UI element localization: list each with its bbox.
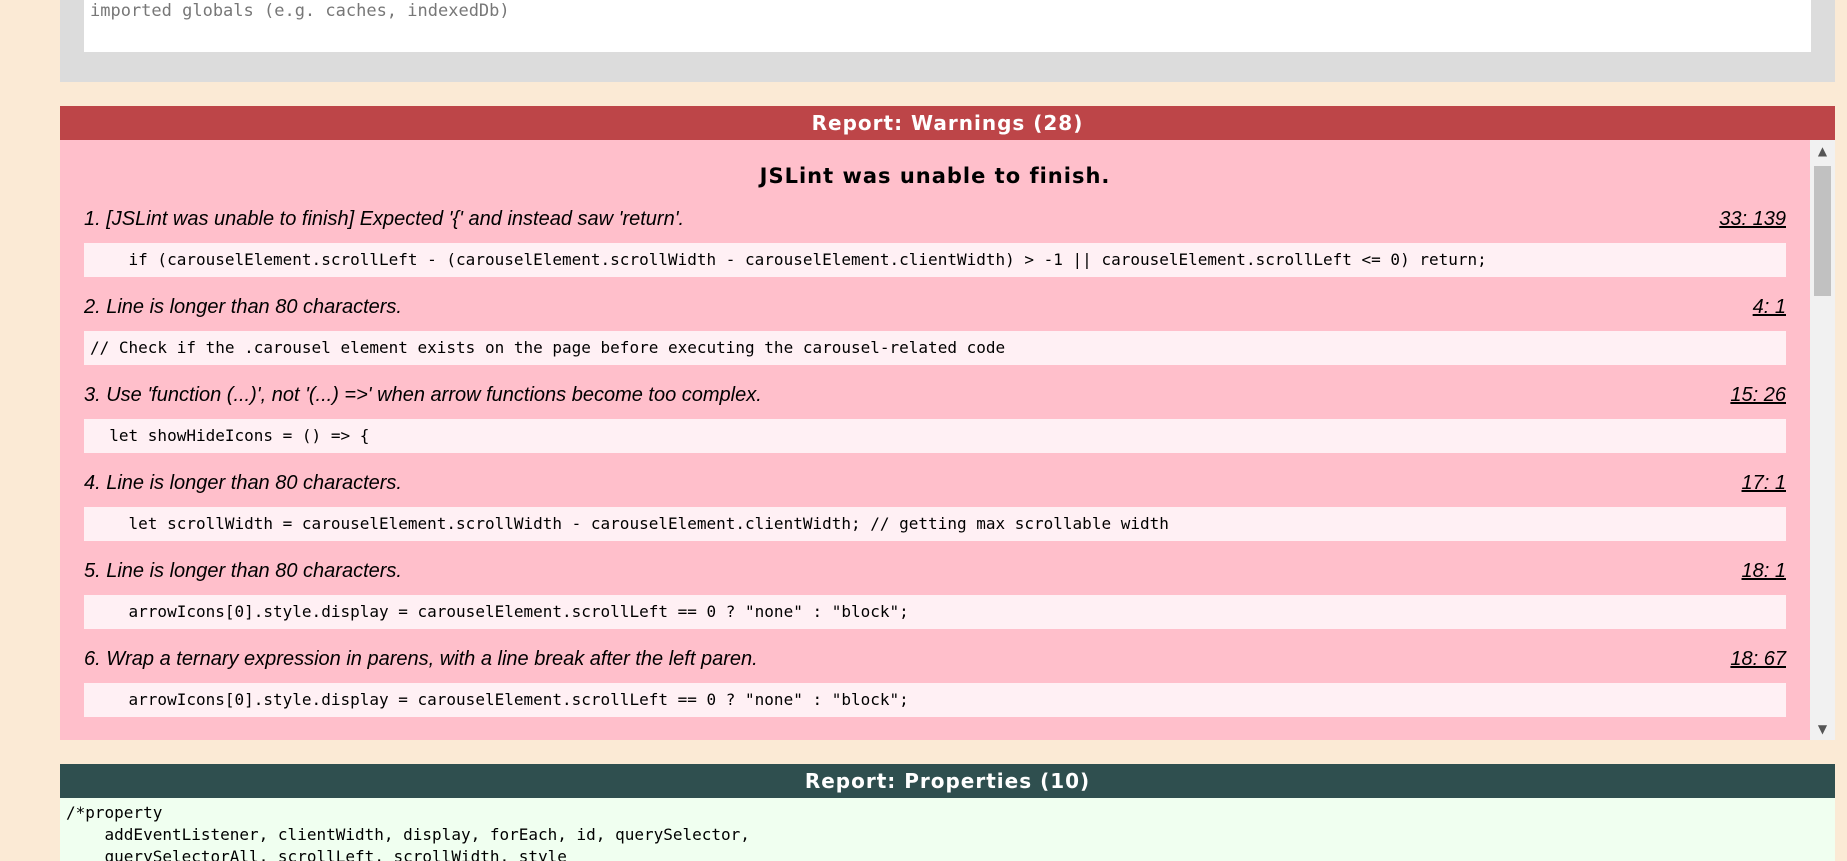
- warning-item: 4. Line is longer than 80 characters. 17…: [84, 472, 1786, 560]
- warning-location-link[interactable]: 4: 1: [1753, 296, 1786, 319]
- warning-code: arrowIcons[0].style.display = carouselEl…: [84, 683, 1786, 717]
- warning-message: 1. [JSLint was unable to finish] Expecte…: [84, 208, 685, 230]
- properties-report-body: /*property addEventListener, clientWidth…: [60, 798, 1835, 861]
- warnings-report-header: Report: Warnings (28): [60, 106, 1835, 140]
- warning-item: 5. Line is longer than 80 characters. 18…: [84, 560, 1786, 648]
- warnings-report-body[interactable]: JSLint was unable to finish. 1. [JSLint …: [60, 140, 1835, 740]
- warning-message: 6. Wrap a ternary expression in parens, …: [84, 648, 758, 670]
- warning-location-link[interactable]: 18: 1: [1742, 560, 1786, 583]
- warning-item: 2. Line is longer than 80 characters. 4:…: [84, 296, 1786, 384]
- properties-report-header: Report: Properties (10): [60, 764, 1835, 798]
- properties-line: querySelectorAll, scrollLeft, scrollWidt…: [66, 847, 567, 861]
- scroll-thumb[interactable]: [1814, 166, 1831, 296]
- warning-code: if (carouselElement.scrollLeft - (carous…: [84, 243, 1786, 277]
- warning-location-link[interactable]: 18: 67: [1730, 648, 1786, 671]
- warning-item: 3. Use 'function (...)', not '(...) =>' …: [84, 384, 1786, 472]
- warning-message: 4. Line is longer than 80 characters.: [84, 472, 402, 494]
- warning-code: arrowIcons[0].style.display = carouselEl…: [84, 595, 1786, 629]
- warning-message: 3. Use 'function (...)', not '(...) =>' …: [84, 384, 762, 406]
- properties-line: addEventListener, clientWidth, display, …: [66, 825, 750, 844]
- properties-line: /*property: [66, 803, 163, 822]
- warnings-scrollbar[interactable]: ▲ ▼: [1810, 140, 1835, 740]
- globals-placeholder: imported globals (e.g. caches, indexedDb…: [90, 1, 510, 21]
- warning-location-link[interactable]: 33: 139: [1719, 208, 1786, 231]
- warning-code: let scrollWidth = carouselElement.scroll…: [84, 507, 1786, 541]
- warning-message: 5. Line is longer than 80 characters.: [84, 560, 402, 582]
- warnings-status: JSLint was unable to finish.: [759, 164, 1111, 188]
- warning-item: 6. Wrap a ternary expression in parens, …: [84, 648, 1786, 736]
- warning-code: let showHideIcons = () => {: [84, 419, 1786, 453]
- scroll-up-arrow-icon[interactable]: ▲: [1810, 140, 1835, 162]
- scroll-down-arrow-icon[interactable]: ▼: [1810, 718, 1835, 740]
- warning-location-link[interactable]: 17: 1: [1742, 472, 1786, 495]
- globals-panel: imported globals (e.g. caches, indexedDb…: [60, 0, 1835, 82]
- warning-list: 1. [JSLint was unable to finish] Expecte…: [84, 208, 1786, 736]
- warning-code: // Check if the .carousel element exists…: [84, 331, 1786, 365]
- properties-report: Report: Properties (10) /*property addEv…: [60, 764, 1835, 861]
- globals-textarea[interactable]: imported globals (e.g. caches, indexedDb…: [84, 0, 1811, 52]
- warning-message: 2. Line is longer than 80 characters.: [84, 296, 402, 318]
- warning-location-link[interactable]: 15: 26: [1730, 384, 1786, 407]
- warnings-report: Report: Warnings (28) JSLint was unable …: [60, 106, 1835, 740]
- warning-item: 1. [JSLint was unable to finish] Expecte…: [84, 208, 1786, 296]
